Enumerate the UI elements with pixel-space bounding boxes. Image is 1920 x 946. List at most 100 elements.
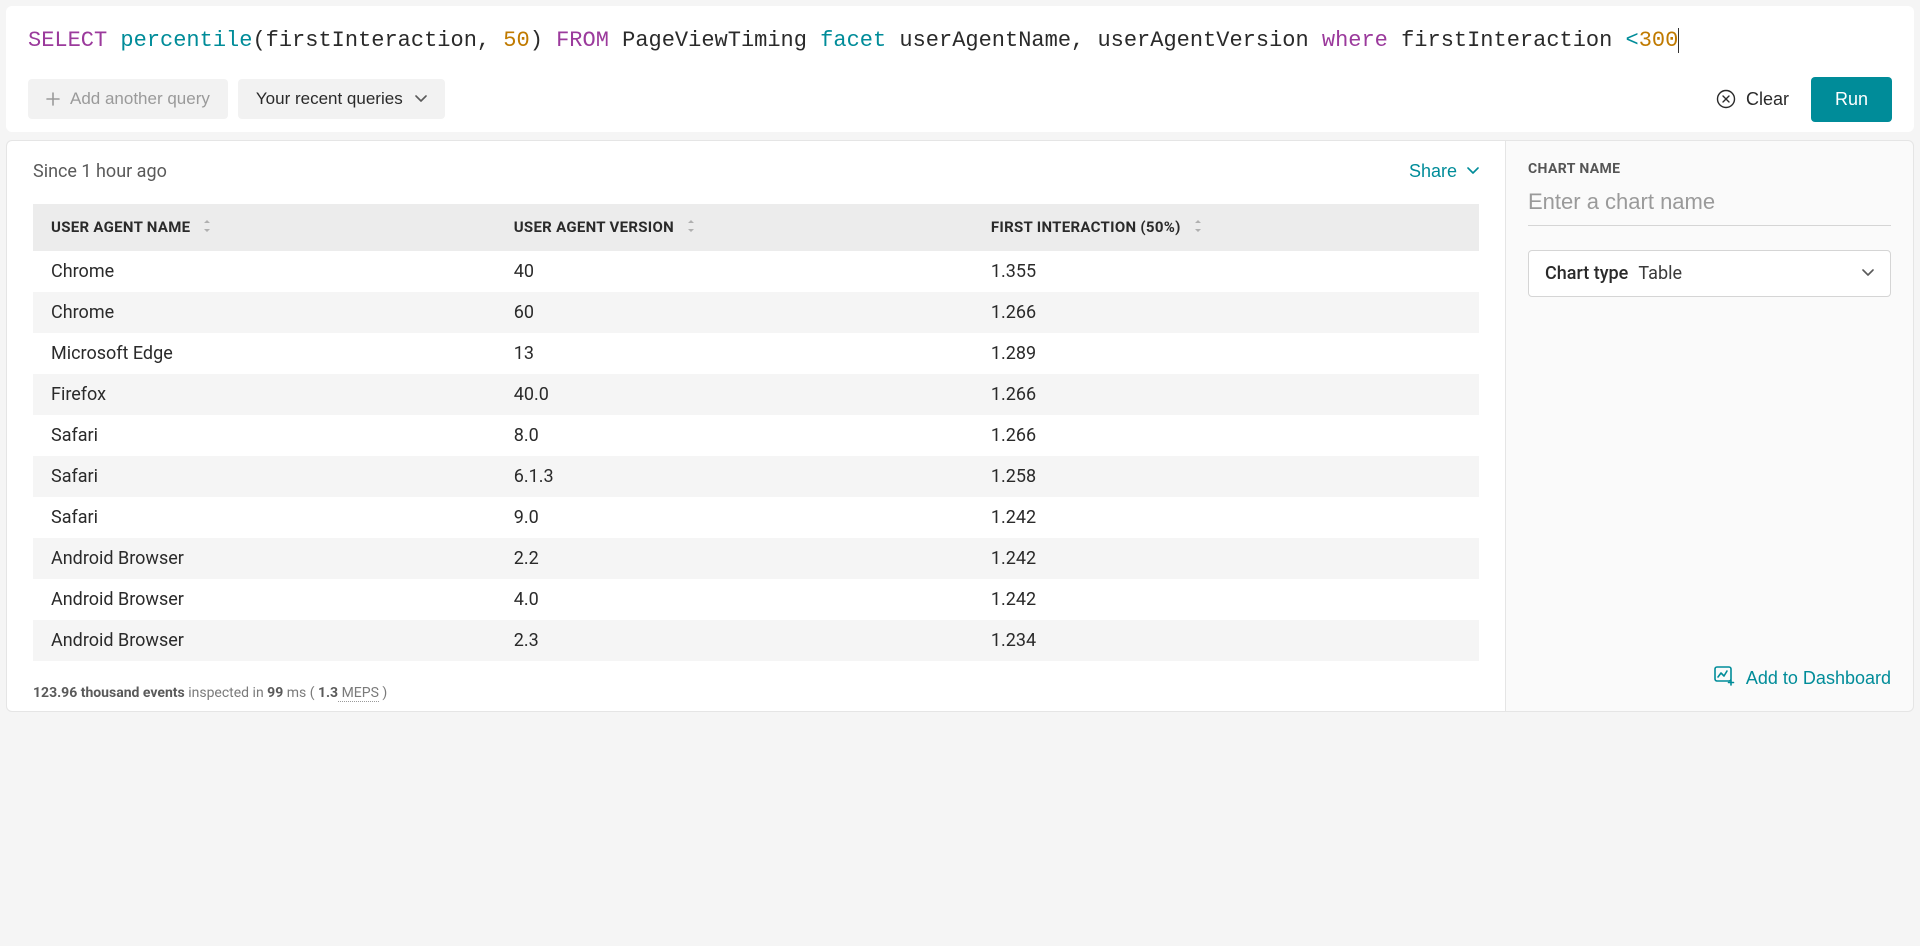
inspect-events: 123.96 thousand events	[33, 685, 185, 701]
table-row[interactable]: Safari9.01.242	[33, 497, 1479, 538]
table-cell: Firefox	[33, 374, 496, 415]
sort-icon	[686, 219, 696, 237]
table-row[interactable]: Android Browser4.01.242	[33, 579, 1479, 620]
clear-label: Clear	[1746, 89, 1789, 110]
table-cell: Android Browser	[33, 620, 496, 661]
table-cell: Safari	[33, 456, 496, 497]
chevron-down-icon	[1862, 269, 1874, 277]
chart-name-input[interactable]	[1528, 181, 1891, 226]
table-cell: 13	[496, 333, 973, 374]
table-row[interactable]: Android Browser2.31.234	[33, 620, 1479, 661]
table-cell: 6.1.3	[496, 456, 973, 497]
results-main: Since 1 hour ago Share USER AGENT NAME	[6, 140, 1506, 712]
table-header-row: USER AGENT NAME USER AGENT VERSION FIRST…	[33, 204, 1479, 251]
chart-name-label: CHART NAME	[1528, 161, 1891, 177]
close-circle-icon	[1716, 89, 1736, 109]
table-cell: 1.266	[973, 292, 1479, 333]
chart-type-select[interactable]: Chart type Table	[1528, 250, 1891, 297]
since-label: Since 1 hour ago	[33, 161, 167, 182]
inspect-meps-num: 1.3	[318, 685, 338, 701]
query-token-facet-arg1: userAgentName	[899, 28, 1071, 53]
add-to-dashboard-label: Add to Dashboard	[1746, 668, 1891, 689]
table-cell: 1.266	[973, 415, 1479, 456]
chart-options-panel: CHART NAME Chart type Table Add	[1506, 140, 1914, 712]
query-token-from: FROM	[556, 28, 609, 53]
table-cell: Safari	[33, 497, 496, 538]
table-cell: 1.266	[973, 374, 1479, 415]
table-cell: 1.289	[973, 333, 1479, 374]
query-token-arg2: 50	[503, 28, 529, 53]
side-footer: Add to Dashboard	[1528, 666, 1891, 691]
share-label: Share	[1409, 161, 1457, 182]
dashboard-plus-icon	[1714, 666, 1736, 691]
plus-icon	[46, 92, 60, 106]
query-token-where-value: 300	[1639, 28, 1680, 53]
clear-button[interactable]: Clear	[1716, 89, 1789, 110]
results-header: Since 1 hour ago Share	[33, 161, 1479, 182]
table-row[interactable]: Android Browser2.21.242	[33, 538, 1479, 579]
query-token-close-paren: )	[530, 28, 543, 53]
sort-icon	[202, 219, 212, 237]
query-token-where: where	[1322, 28, 1388, 53]
inspect-footer: 123.96 thousand events inspected in 99 m…	[33, 685, 1479, 701]
results-table: USER AGENT NAME USER AGENT VERSION FIRST…	[33, 204, 1479, 661]
column-header-user-agent-name[interactable]: USER AGENT NAME	[33, 204, 496, 251]
query-token-lt: <	[1626, 28, 1639, 53]
table-row[interactable]: Safari6.1.31.258	[33, 456, 1479, 497]
chevron-down-icon	[1467, 167, 1479, 175]
table-cell: 40.0	[496, 374, 973, 415]
inspect-text: inspected in	[185, 685, 267, 701]
query-token-select: SELECT	[28, 28, 107, 53]
table-cell: Microsoft Edge	[33, 333, 496, 374]
query-token-arg1: firstInteraction	[266, 28, 477, 53]
table-cell: 1.242	[973, 497, 1479, 538]
table-cell: 1.258	[973, 456, 1479, 497]
add-query-button[interactable]: Add another query	[28, 79, 228, 119]
results-wrapper: Since 1 hour ago Share USER AGENT NAME	[6, 140, 1914, 712]
column-header-label: USER AGENT NAME	[51, 218, 190, 236]
table-row[interactable]: Chrome601.266	[33, 292, 1479, 333]
table-cell: 8.0	[496, 415, 973, 456]
table-row[interactable]: Safari8.01.266	[33, 415, 1479, 456]
query-editor[interactable]: SELECT percentile(firstInteraction, 50) …	[28, 20, 1892, 73]
table-cell: 1.234	[973, 620, 1479, 661]
column-header-label: USER AGENT VERSION	[514, 218, 674, 236]
query-token-comma: ,	[477, 28, 490, 53]
share-button[interactable]: Share	[1409, 161, 1479, 182]
inspect-ms: 99	[267, 685, 283, 701]
column-header-user-agent-version[interactable]: USER AGENT VERSION	[496, 204, 973, 251]
column-header-first-interaction[interactable]: FIRST INTERACTION (50%)	[973, 204, 1479, 251]
add-to-dashboard-button[interactable]: Add to Dashboard	[1714, 666, 1891, 691]
recent-queries-button[interactable]: Your recent queries	[238, 79, 445, 119]
table-cell: 2.2	[496, 538, 973, 579]
query-panel: SELECT percentile(firstInteraction, 50) …	[6, 6, 1914, 132]
column-header-label: FIRST INTERACTION (50%)	[991, 218, 1181, 236]
query-token-comma2: ,	[1071, 28, 1084, 53]
recent-queries-label: Your recent queries	[256, 89, 403, 109]
chevron-down-icon	[415, 95, 427, 103]
toolbar-left: Add another query Your recent queries	[28, 79, 445, 119]
table-cell: Safari	[33, 415, 496, 456]
query-token-percentile: percentile	[120, 28, 252, 53]
query-token-table: PageViewTiming	[622, 28, 807, 53]
query-token-open-paren: (	[252, 28, 265, 53]
query-token-facet-arg2: userAgentVersion	[1097, 28, 1308, 53]
query-token-facet: facet	[820, 28, 886, 53]
table-cell: Chrome	[33, 292, 496, 333]
table-cell: 1.355	[973, 251, 1479, 292]
toolbar-right: Clear Run	[1716, 77, 1892, 122]
run-label: Run	[1835, 89, 1868, 109]
table-row[interactable]: Chrome401.355	[33, 251, 1479, 292]
table-cell: 4.0	[496, 579, 973, 620]
table-row[interactable]: Microsoft Edge131.289	[33, 333, 1479, 374]
table-cell: 1.242	[973, 538, 1479, 579]
table-cell: 1.242	[973, 579, 1479, 620]
table-row[interactable]: Firefox40.01.266	[33, 374, 1479, 415]
inspect-close: )	[379, 685, 387, 701]
query-token-where-field: firstInteraction	[1401, 28, 1612, 53]
table-cell: 9.0	[496, 497, 973, 538]
chart-type-value: Table	[1638, 263, 1682, 284]
run-button[interactable]: Run	[1811, 77, 1892, 122]
table-cell: 2.3	[496, 620, 973, 661]
table-cell: Chrome	[33, 251, 496, 292]
